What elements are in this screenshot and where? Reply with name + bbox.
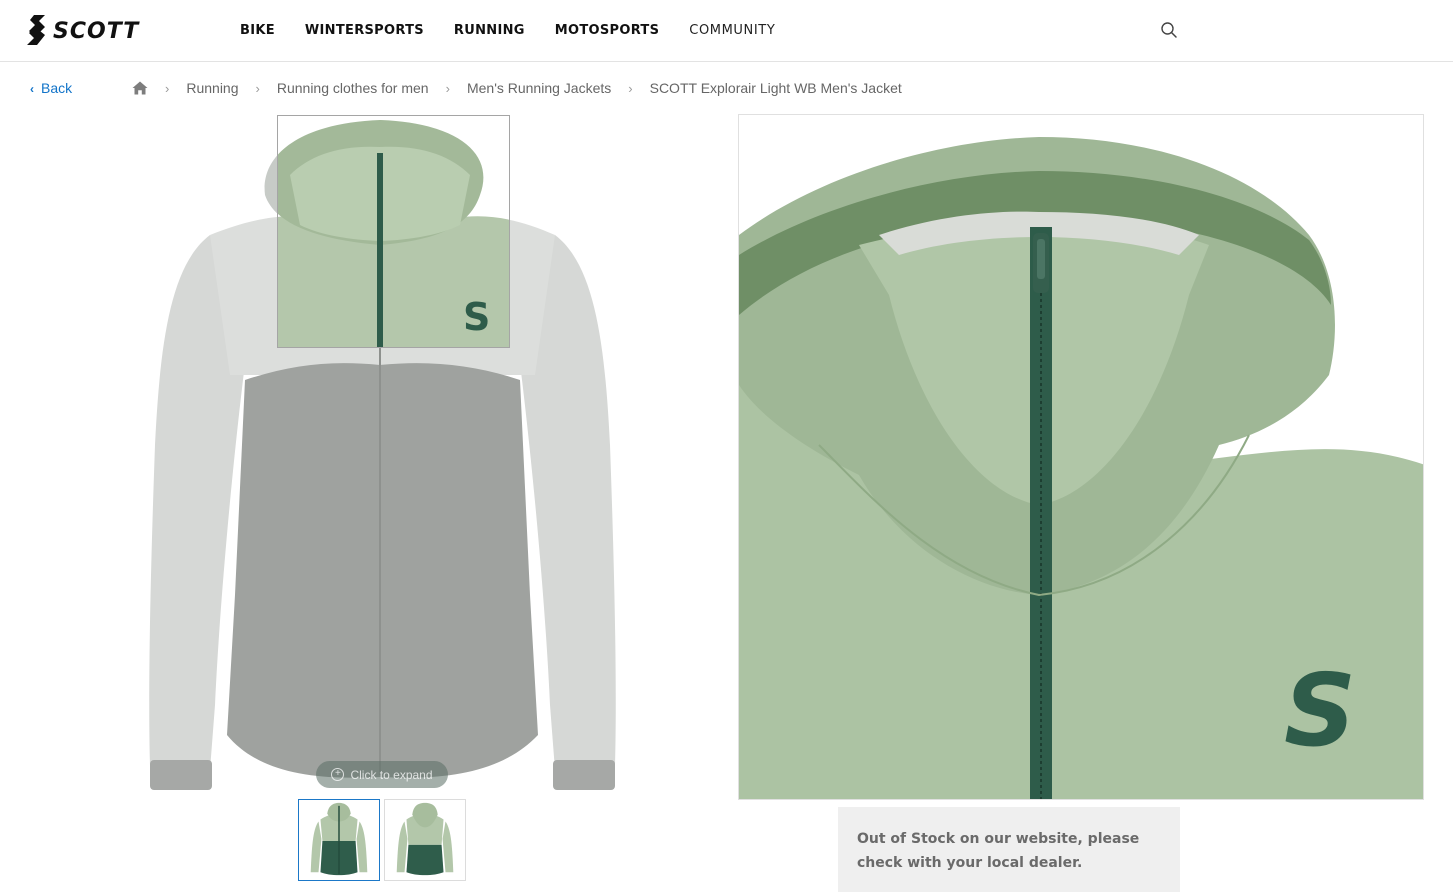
thumbnail-back[interactable] (384, 799, 466, 881)
search-icon[interactable] (1159, 20, 1179, 40)
breadcrumb-mens-running-jackets[interactable]: Men's Running Jackets (467, 80, 611, 96)
nav-wintersports[interactable]: WINTERSPORTS (305, 23, 424, 38)
plus-circle-icon: + (331, 768, 345, 781)
chevron-right-icon: › (165, 80, 170, 96)
chevron-right-icon: › (255, 80, 260, 96)
nav-running[interactable]: RUNNING (454, 23, 525, 38)
out-of-stock-notice: Out of Stock on our website, please chec… (838, 807, 1180, 892)
breadcrumb-current-product: SCOTT Explorair Light WB Men's Jacket (649, 80, 902, 96)
main-nav: BIKE WINTERSPORTS RUNNING MOTOSPORTS COM… (240, 0, 805, 61)
breadcrumb-running-clothes-men[interactable]: Running clothes for men (277, 80, 429, 96)
expand-label: Click to expand (350, 767, 433, 782)
nav-community[interactable]: COMMUNITY (689, 23, 775, 38)
logo-wordmark: SCOTT (53, 19, 140, 44)
product-main-image[interactable]: S (140, 115, 625, 795)
svg-text:S: S (463, 295, 490, 339)
nav-motosports[interactable]: MOTOSPORTS (555, 23, 660, 38)
breadcrumb: › Running › Running clothes for men › Me… (132, 80, 902, 96)
back-label: Back (41, 80, 73, 96)
home-icon[interactable] (132, 81, 148, 95)
thumbnail-back-image (396, 802, 454, 876)
thumbnail-front-image (310, 802, 368, 876)
thumbnail-front[interactable] (298, 799, 380, 881)
breadcrumb-running[interactable]: Running (186, 80, 238, 96)
scott-emblem-logo: S (1284, 652, 1356, 769)
back-link[interactable]: ‹ Back (30, 80, 72, 96)
scott-logo[interactable]: SCOTT (25, 13, 175, 47)
zoom-preview-image: S (739, 115, 1423, 799)
chevron-right-icon: › (445, 80, 450, 96)
nav-bike[interactable]: BIKE (240, 23, 275, 38)
click-to-expand-button[interactable]: + Click to expand (316, 761, 448, 788)
chevron-left-icon: ‹ (30, 82, 34, 96)
chevron-right-icon: › (628, 80, 633, 96)
site-header: SCOTT BIKE WINTERSPORTS RUNNING MOTOSPOR… (0, 0, 1453, 62)
zoom-preview: S (738, 114, 1424, 800)
